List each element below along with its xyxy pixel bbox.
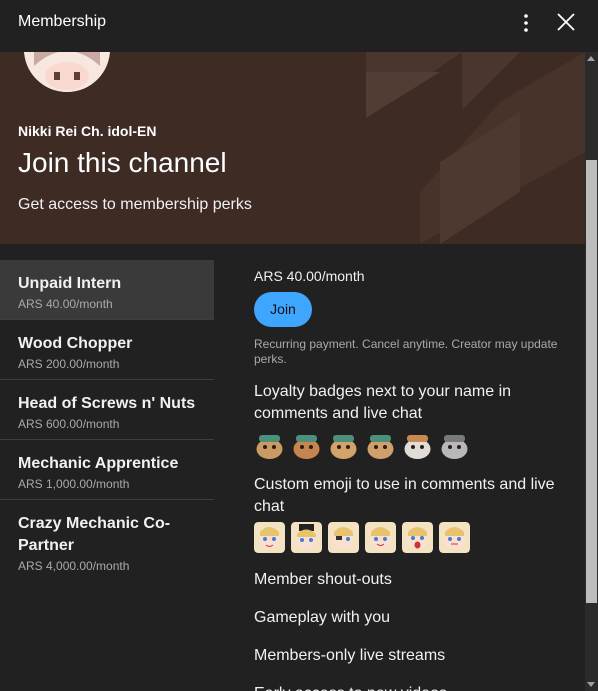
dialog-header: Membership [0, 0, 598, 52]
emoji-list [254, 522, 574, 553]
custom-emoji-icon [291, 522, 322, 553]
custom-emoji-icon [328, 522, 359, 553]
custom-emoji-icon [254, 522, 285, 553]
tier-price: ARS 200.00/month [18, 357, 120, 371]
loyalty-badge-icon [256, 435, 283, 459]
perk-custom-emoji: Custom emoji to use in comments and live… [254, 476, 555, 515]
tier-item-head-of-screws[interactable]: Head of Screws n' Nuts ARS 600.00/month [0, 380, 214, 440]
perk-live-streams: Members-only live streams [254, 647, 446, 664]
tier-price: ARS 600.00/month [18, 417, 120, 431]
loyalty-badge-icon [404, 435, 431, 459]
scroll-down-icon[interactable] [587, 682, 595, 687]
more-vert-icon[interactable] [514, 11, 538, 35]
loyalty-badge-icon [441, 435, 468, 459]
perk-loyalty-badges: Loyalty badges next to your name in comm… [254, 383, 512, 422]
channel-banner: Nikki Rei Ch. idol-EN Join this channel … [0, 52, 585, 244]
badge-list [254, 429, 574, 460]
custom-emoji-icon [402, 522, 433, 553]
tier-details: ARS 40.00/month Join Recurring payment. … [254, 268, 574, 691]
tier-list: Unpaid Intern ARS 40.00/month Wood Chopp… [0, 260, 214, 584]
tier-price: ARS 40.00/month [18, 297, 113, 311]
tier-name: Crazy Mechanic Co-Partner [18, 515, 171, 554]
custom-emoji-icon [365, 522, 396, 553]
tier-name: Mechanic Apprentice [18, 455, 179, 472]
dialog-title: Membership [18, 13, 107, 30]
page-title: Join this channel [18, 147, 227, 178]
tier-detail-price: ARS 40.00/month [254, 268, 365, 284]
perk-shout-outs: Member shout-outs [254, 571, 392, 588]
scrollbar-thumb[interactable] [586, 160, 597, 603]
tier-price: ARS 4,000.00/month [18, 559, 130, 573]
tier-item-crazy-mechanic[interactable]: Crazy Mechanic Co-Partner ARS 4,000.00/m… [0, 500, 214, 584]
channel-name: Nikki Rei Ch. idol-EN [18, 123, 157, 139]
tier-price: ARS 1,000.00/month [18, 477, 130, 491]
perk-early-access: Early access to new videos [254, 683, 574, 691]
loyalty-badge-icon [330, 435, 357, 459]
tier-name: Wood Chopper [18, 335, 133, 352]
page-subtitle: Get access to membership perks [18, 196, 252, 213]
loyalty-badge-icon [293, 435, 320, 459]
tier-name: Unpaid Intern [18, 275, 122, 292]
join-button[interactable]: Join [254, 292, 312, 327]
close-icon[interactable] [554, 10, 578, 34]
tier-item-wood-chopper[interactable]: Wood Chopper ARS 200.00/month [0, 320, 214, 380]
dialog-content[interactable]: Nikki Rei Ch. idol-EN Join this channel … [0, 52, 585, 691]
tier-item-mechanic-apprentice[interactable]: Mechanic Apprentice ARS 1,000.00/month [0, 440, 214, 500]
loyalty-badge-icon [367, 435, 394, 459]
tier-item-unpaid-intern[interactable]: Unpaid Intern ARS 40.00/month [0, 260, 214, 320]
custom-emoji-icon [439, 522, 470, 553]
perk-gameplay: Gameplay with you [254, 609, 391, 626]
tier-name: Head of Screws n' Nuts [18, 395, 196, 412]
scroll-up-icon[interactable] [587, 56, 595, 61]
payment-note: Recurring payment. Cancel anytime. Creat… [254, 337, 558, 366]
